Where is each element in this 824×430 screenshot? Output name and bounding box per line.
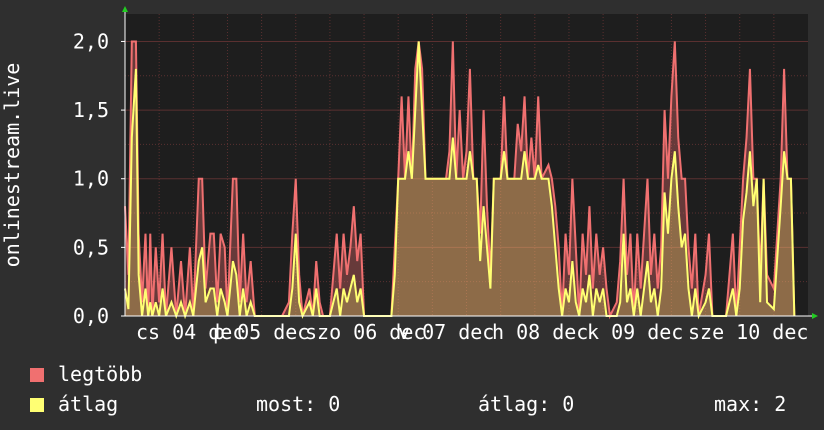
x-tick-label: k 09 dec <box>587 320 683 344</box>
x-tick-labels: cs 04 decp 05 decszo 06 decv 07 dech 08 … <box>136 320 808 344</box>
legend-item-avg: átlag <box>30 392 118 416</box>
y-tick-labels: 0,0 0,5 1,0 1,5 2,0 <box>73 29 125 328</box>
y-tick-label: 0,0 <box>73 304 109 328</box>
y-axis-arrow <box>122 6 128 12</box>
legend-label-max: legtöbb <box>58 362 143 386</box>
x-axis-arrow <box>812 313 818 319</box>
x-tick-label: h 08 dec <box>492 320 588 344</box>
x-tick-label: v 07 dec <box>398 320 494 344</box>
y-tick-label: 0,5 <box>73 235 109 259</box>
legend-swatch-max <box>30 368 44 382</box>
stat-now: most: 0 <box>256 392 341 416</box>
y-tick-label: 1,0 <box>73 167 109 191</box>
stat-avg: átlag: 0 <box>478 392 575 416</box>
legend-item-max: legtöbb <box>30 362 142 386</box>
y-tick-label: 1,5 <box>73 98 109 122</box>
stat-max: max: 2 <box>714 392 787 416</box>
y-axis-label: onlinestream.live <box>0 62 24 268</box>
legend-swatch-avg <box>30 398 44 412</box>
legend-label-avg: átlag <box>58 392 119 416</box>
y-tick-label: 2,0 <box>73 29 109 53</box>
x-tick-label: p 05 dec <box>213 320 309 344</box>
x-tick-label: sze 10 dec <box>688 320 808 344</box>
